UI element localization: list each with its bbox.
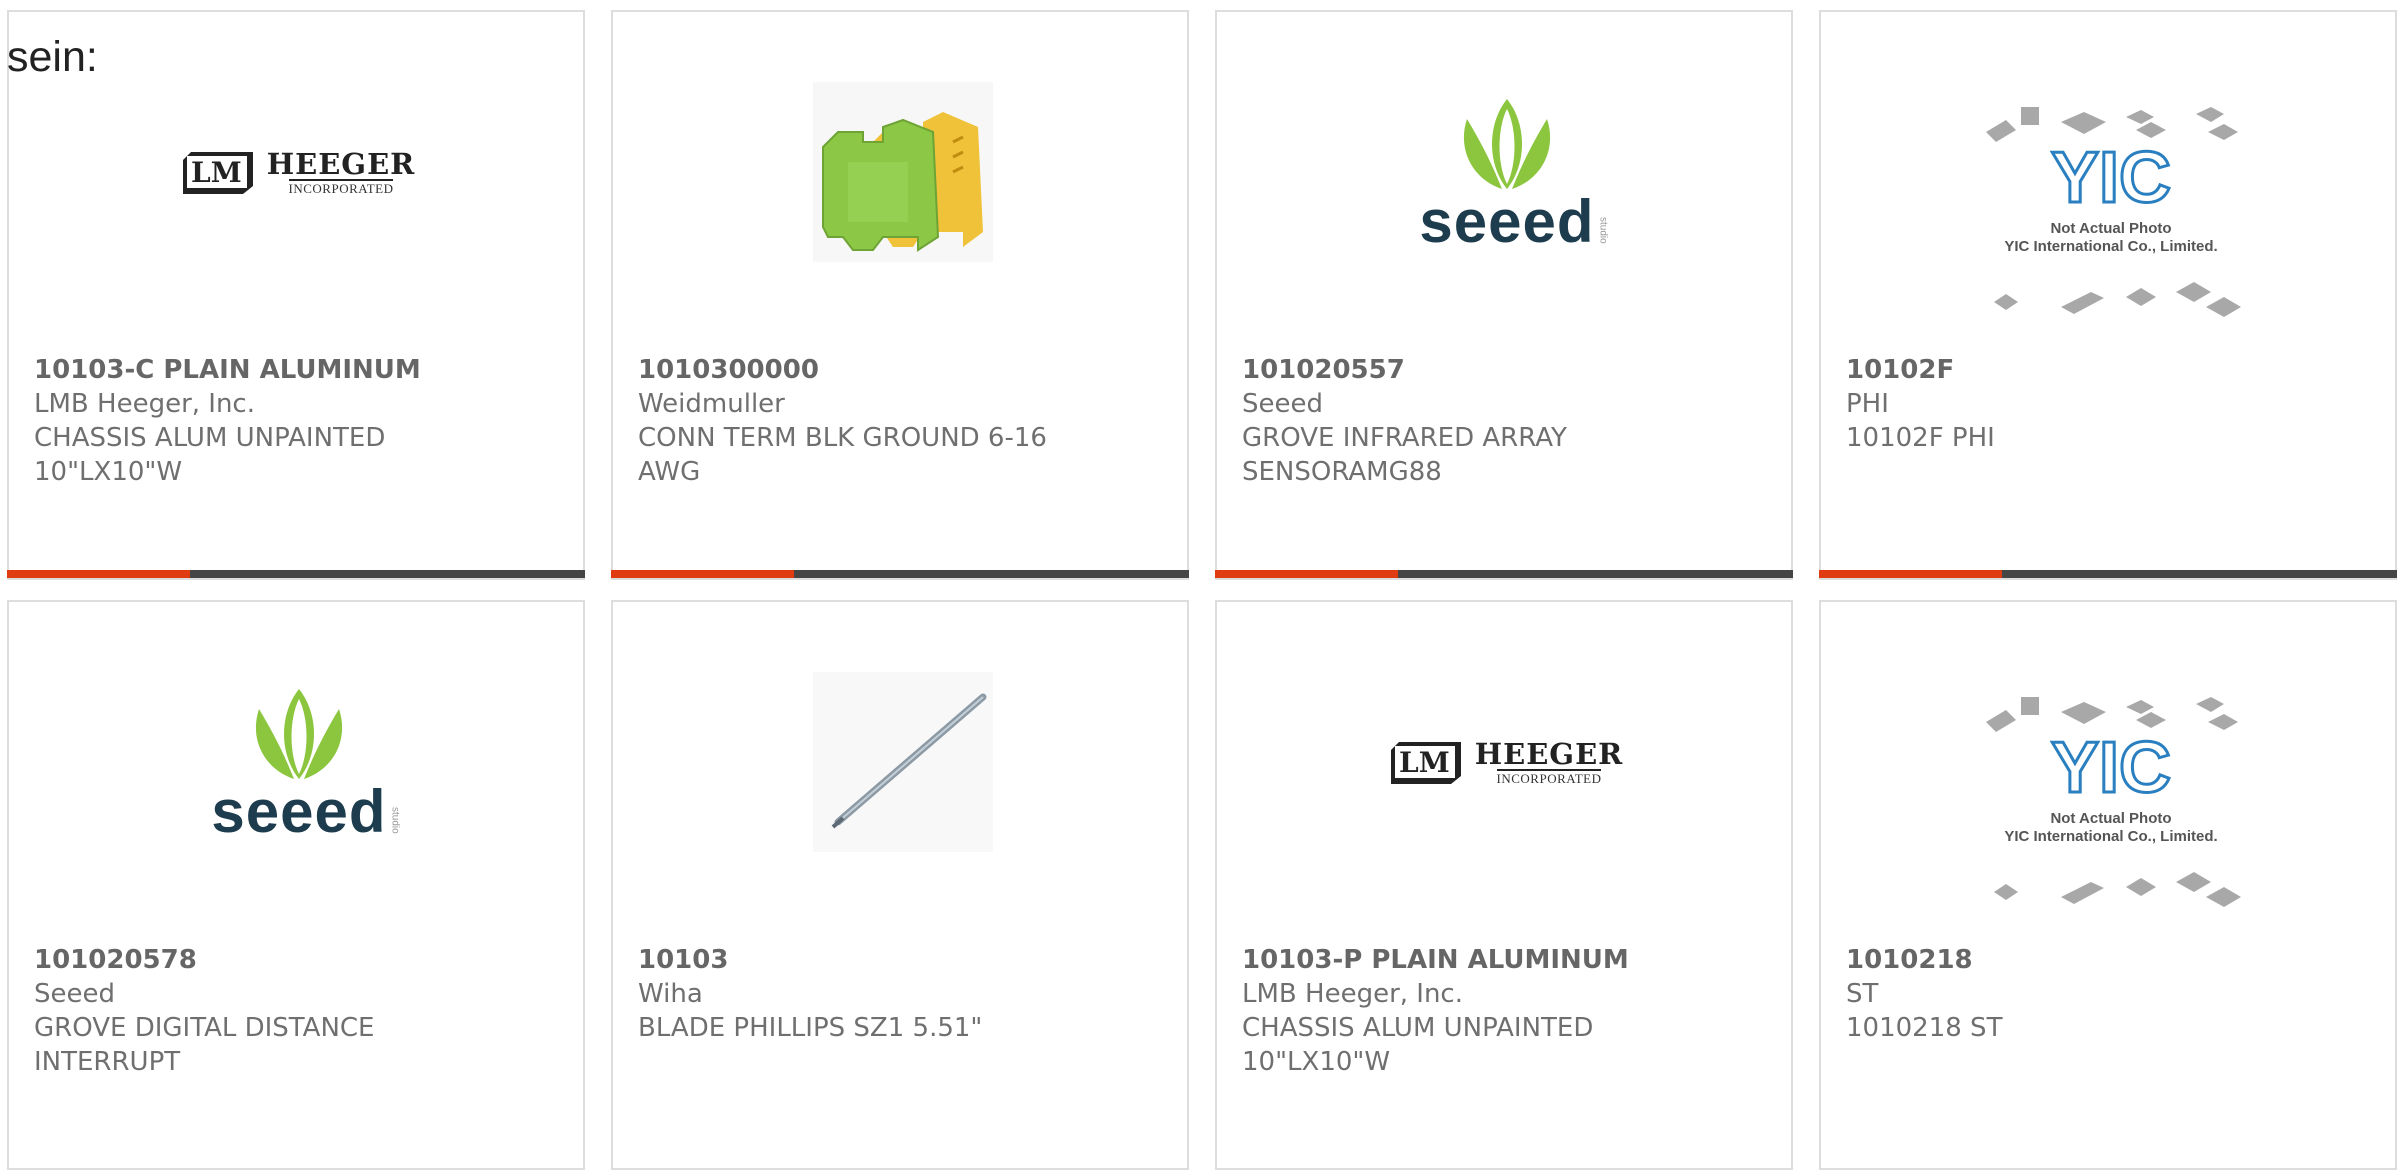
svg-text:LM: LM [1399,746,1450,779]
description: CONN TERM BLK GROUND 6-16 AWG [638,423,1047,487]
description: 10102F PHI [1846,423,1995,453]
product-image[interactable]: seeed studio [199,662,401,862]
manufacturer: ST [1846,979,1879,1009]
card-bottom-bar [1215,570,1793,578]
manufacturer: LMB Heeger, Inc. [34,389,255,419]
manufacturer: LMB Heeger, Inc. [1242,979,1463,1009]
part-number-link[interactable]: 101020578 [34,943,563,977]
description: 1010218 ST [1846,1013,2003,1043]
card-bottom-bar [611,570,1189,578]
description: GROVE INFRARED ARRAY SENSORAMG88 [1242,423,1567,487]
yic-placeholder-image: YIC Not Actual Photo YIC International C… [1976,92,2246,332]
seeed-logo: seeed studio [1419,94,1609,252]
screwdriver-blade-icon [813,672,993,852]
yic-placeholder-image: YIC Not Actual Photo YIC International C… [1976,682,2246,922]
product-card[interactable]: LM HEEGER INCORPORATED 10103-C PLAIN ALU… [7,10,585,580]
product-image[interactable]: LM HEEGER INCORPORATED [1390,662,1622,862]
lmb-mark-icon: LM [1390,738,1469,786]
manufacturer: PHI [1846,389,1889,419]
product-image[interactable] [803,662,1003,862]
component-chips-icon: YIC [1986,697,2241,907]
description: BLADE PHILLIPS SZ1 5.51" [638,1013,983,1043]
svg-text:LM: LM [191,156,242,189]
seeed-logo: seeed studio [211,684,401,842]
description: CHASSIS ALUM UNPAINTED 10"LX10"W [34,423,386,487]
manufacturer: Seeed [1242,389,1323,419]
component-chips-icon: YIC [1986,107,2241,317]
product-card[interactable]: 1010300000 Weidmuller CONN TERM BLK GROU… [611,10,1189,580]
seeed-leaf-icon [255,689,343,779]
part-number-link[interactable]: 1010300000 [638,353,1167,387]
description: GROVE DIGITAL DISTANCE INTERRUPT [34,1013,375,1077]
product-card[interactable]: YIC Not Actual Photo YIC International C… [1819,600,2397,1170]
part-number-link[interactable]: 10102F [1846,353,2375,387]
page-prefix-text: sein: [7,33,98,81]
heeger-logo: LM HEEGER INCORPORATED [1390,738,1624,786]
product-image[interactable]: YIC Not Actual Photo YIC International C… [1976,682,2246,922]
product-image[interactable]: YIC Not Actual Photo YIC International C… [1976,92,2246,332]
product-card[interactable]: LM HEEGER INCORPORATED 10103-P PLAIN ALU… [1215,600,1793,1170]
heeger-logo: LM HEEGER INCORPORATED [182,148,416,196]
product-image[interactable] [803,72,1003,272]
card-bottom-bar [7,570,585,578]
lmb-mark-icon: LM [182,148,261,196]
card-bottom-bar [1819,570,2397,578]
product-image[interactable]: seeed studio [1407,72,1609,272]
manufacturer: Seeed [34,979,115,1009]
svg-text:YIC: YIC [2051,138,2171,218]
manufacturer: Wiha [638,979,703,1009]
product-image[interactable]: LM HEEGER INCORPORATED [182,72,414,272]
seeed-leaf-icon [1463,99,1551,189]
part-number-link[interactable]: 10103-P PLAIN ALUMINUM [1242,943,1771,977]
part-number-link[interactable]: 10103 [638,943,1167,977]
terminal-block-icon [813,82,993,262]
part-number-link[interactable]: 10103-C PLAIN ALUMINUM [34,353,563,387]
product-card[interactable]: YIC Not Actual Photo YIC International C… [1819,10,2397,580]
part-number-link[interactable]: 1010218 [1846,943,2375,977]
product-card[interactable]: seeed studio 101020557 Seeed GROVE INFRA… [1215,10,1793,580]
description: CHASSIS ALUM UNPAINTED 10"LX10"W [1242,1013,1594,1077]
manufacturer: Weidmuller [638,389,785,419]
part-number-link[interactable]: 101020557 [1242,353,1771,387]
product-card[interactable]: seeed studio 101020578 Seeed GROVE DIGIT… [7,600,585,1170]
product-card[interactable]: 10103 Wiha BLADE PHILLIPS SZ1 5.51" [611,600,1189,1170]
svg-text:YIC: YIC [2051,728,2171,808]
